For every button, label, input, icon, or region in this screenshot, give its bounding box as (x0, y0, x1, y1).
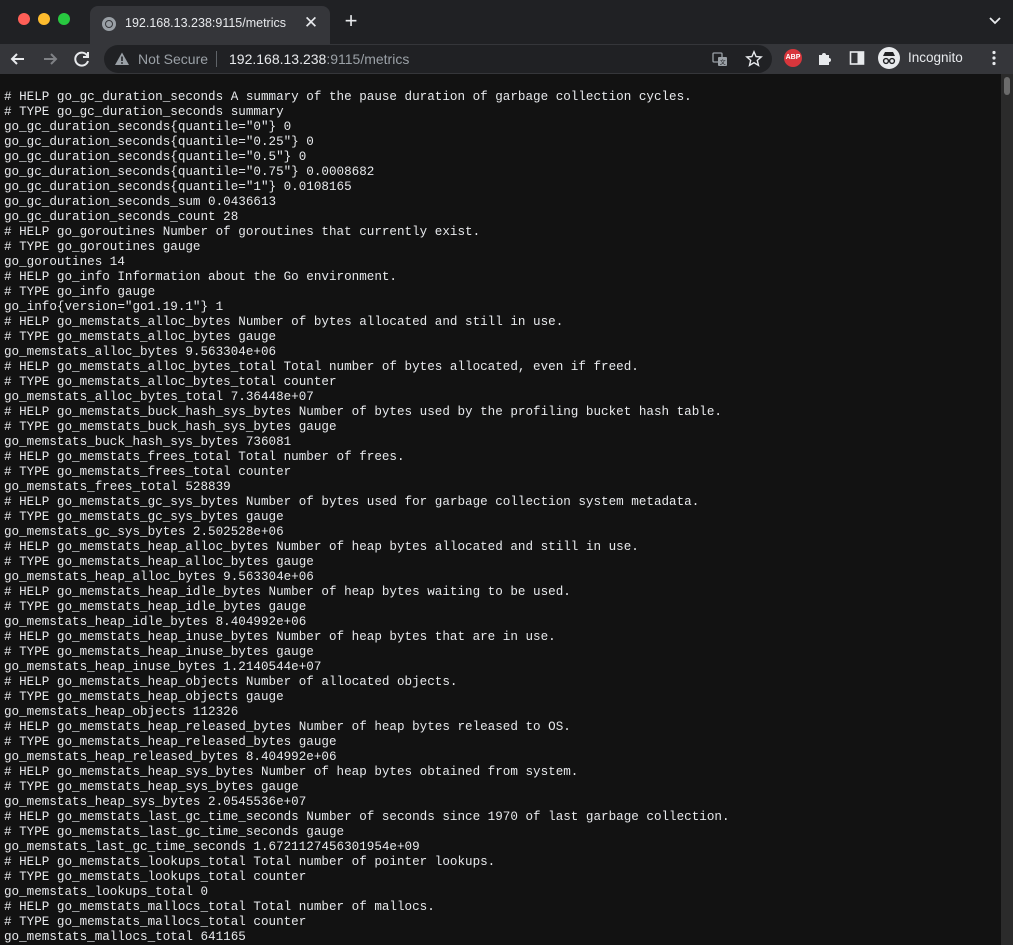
incognito-label: Incognito (908, 50, 963, 65)
vertical-scrollbar[interactable] (1001, 74, 1013, 945)
metrics-comment-line: # TYPE go_memstats_alloc_bytes gauge (4, 330, 277, 344)
metrics-value-line: go_memstats_heap_released_bytes 8.404992… (4, 750, 337, 764)
metrics-comment-line: # TYPE go_memstats_heap_alloc_bytes gaug… (4, 555, 314, 569)
kebab-menu-icon[interactable] (987, 50, 1001, 66)
metrics-comment-line: # HELP go_goroutines Number of goroutine… (4, 225, 481, 239)
incognito-profile-button[interactable]: Incognito (876, 46, 974, 70)
star-icon[interactable] (745, 50, 763, 68)
metrics-value-line: go_gc_duration_seconds{quantile="0.5"} 0 (4, 150, 307, 164)
metrics-comment-line: # TYPE go_memstats_heap_sys_bytes gauge (4, 780, 299, 794)
metrics-comment-line: # TYPE go_memstats_heap_released_bytes g… (4, 735, 337, 749)
metrics-comment-line: # HELP go_memstats_heap_inuse_bytes Numb… (4, 630, 556, 644)
metrics-comment-line: # HELP go_memstats_alloc_bytes Number of… (4, 315, 564, 329)
metrics-comment-line: # TYPE go_gc_duration_seconds summary (4, 105, 284, 119)
metrics-value-line: go_gc_duration_seconds{quantile="1"} 0.0… (4, 180, 352, 194)
security-label[interactable]: Not Secure (138, 51, 208, 67)
minimize-window-button[interactable] (38, 13, 50, 25)
svg-text:文: 文 (720, 59, 726, 67)
globe-icon (102, 17, 116, 31)
metrics-value-line: go_memstats_last_gc_time_seconds 1.67211… (4, 840, 420, 854)
metrics-comment-line: # TYPE go_memstats_alloc_bytes_total cou… (4, 375, 337, 389)
metrics-value-line: go_memstats_frees_total 528839 (4, 480, 231, 494)
metrics-value-line: go_memstats_heap_inuse_bytes 1.2140544e+… (4, 660, 322, 674)
metrics-comment-line: # HELP go_memstats_frees_total Total num… (4, 450, 405, 464)
metrics-comment-line: # HELP go_memstats_heap_alloc_bytes Numb… (4, 540, 639, 554)
translate-icon[interactable]: 文 (712, 51, 728, 67)
metrics-comment-line: # TYPE go_memstats_lookups_total counter (4, 870, 307, 884)
metrics-comment-line: # TYPE go_memstats_heap_objects gauge (4, 690, 284, 704)
warning-icon[interactable] (114, 51, 130, 67)
metrics-value-line: go_memstats_lookups_total 0 (4, 885, 209, 899)
metrics-comment-line: # HELP go_info Information about the Go … (4, 270, 397, 284)
metrics-comment-line: # HELP go_memstats_heap_sys_bytes Number… (4, 765, 579, 779)
scrollbar-thumb[interactable] (1004, 77, 1010, 95)
metrics-value-line: go_gc_duration_seconds{quantile="0"} 0 (4, 120, 292, 134)
arrow-right-icon[interactable] (39, 48, 61, 70)
metrics-comment-line: # HELP go_memstats_heap_idle_bytes Numbe… (4, 585, 571, 599)
chevron-down-icon[interactable] (987, 12, 1003, 28)
close-icon[interactable]: ✕ (302, 14, 320, 32)
metrics-value-line: go_gc_duration_seconds{quantile="0.25"} … (4, 135, 314, 149)
metrics-value-line: go_memstats_heap_alloc_bytes 9.563304e+0… (4, 570, 314, 584)
metrics-comment-line: # HELP go_memstats_buck_hash_sys_bytes N… (4, 405, 722, 419)
reload-icon[interactable] (71, 48, 93, 70)
puzzle-icon[interactable] (817, 50, 833, 66)
metrics-value-line: go_info{version="go1.19.1"} 1 (4, 300, 224, 314)
tab-title: 192.168.13.238:9115/metrics (125, 16, 286, 30)
side-panel-icon[interactable] (849, 50, 865, 66)
metrics-comment-line: # HELP go_memstats_lookups_total Total n… (4, 855, 496, 869)
url-text[interactable]: 192.168.13.238:9115/metrics (229, 51, 409, 67)
url-path: :9115/metrics (326, 51, 410, 67)
metrics-comment-line: # HELP go_memstats_gc_sys_bytes Number o… (4, 495, 700, 509)
metrics-value-line: go_memstats_heap_idle_bytes 8.404992e+06 (4, 615, 307, 629)
maximize-window-button[interactable] (58, 13, 70, 25)
url-host: 192.168.13.238 (229, 51, 327, 67)
metrics-comment-line: # HELP go_memstats_heap_released_bytes N… (4, 720, 571, 734)
metrics-value-line: go_memstats_heap_sys_bytes 2.0545536e+07 (4, 795, 307, 809)
adblock-icon[interactable]: ABP (784, 49, 802, 67)
metrics-value-line: go_gc_duration_seconds_count 28 (4, 210, 239, 224)
metrics-comment-line: # TYPE go_goroutines gauge (4, 240, 201, 254)
metrics-value-line: go_gc_duration_seconds{quantile="0.75"} … (4, 165, 375, 179)
tab-strip: 192.168.13.238:9115/metrics ✕ + (0, 0, 1013, 44)
omnibox-divider (216, 51, 217, 67)
metrics-comment-line: # TYPE go_memstats_mallocs_total counter (4, 915, 307, 929)
metrics-comment-line: # HELP go_gc_duration_seconds A summary … (4, 90, 692, 104)
metrics-value-line: go_gc_duration_seconds_sum 0.0436613 (4, 195, 277, 209)
metrics-value-line: go_memstats_gc_sys_bytes 2.502528e+06 (4, 525, 284, 539)
tab-metrics[interactable]: 192.168.13.238:9115/metrics ✕ (90, 6, 330, 44)
metrics-comment-line: # TYPE go_memstats_last_gc_time_seconds … (4, 825, 345, 839)
metrics-text: # HELP go_gc_duration_seconds A summary … (0, 74, 1001, 945)
metrics-comment-line: # HELP go_memstats_heap_objects Number o… (4, 675, 458, 689)
metrics-comment-line: # TYPE go_memstats_gc_sys_bytes gauge (4, 510, 284, 524)
address-bar[interactable]: Not Secure 192.168.13.238:9115/metrics 文 (104, 45, 772, 73)
metrics-value-line: go_memstats_alloc_bytes 9.563304e+06 (4, 345, 277, 359)
incognito-icon (878, 47, 900, 69)
metrics-comment-line: # TYPE go_info gauge (4, 285, 156, 299)
metrics-comment-line: # TYPE go_memstats_buck_hash_sys_bytes g… (4, 420, 337, 434)
metrics-value-line: go_memstats_alloc_bytes_total 7.36448e+0… (4, 390, 314, 404)
metrics-value-line: go_memstats_mallocs_total 641165 (4, 930, 246, 944)
metrics-comment-line: # HELP go_memstats_alloc_bytes_total Tot… (4, 360, 639, 374)
metrics-comment-line: # HELP go_memstats_last_gc_time_seconds … (4, 810, 730, 824)
close-window-button[interactable] (18, 13, 30, 25)
metrics-comment-line: # TYPE go_memstats_frees_total counter (4, 465, 292, 479)
metrics-comment-line: # HELP go_memstats_mallocs_total Total n… (4, 900, 435, 914)
plus-icon[interactable]: + (340, 10, 362, 32)
metrics-value-line: go_goroutines 14 (4, 255, 125, 269)
metrics-value-line: go_memstats_buck_hash_sys_bytes 736081 (4, 435, 292, 449)
metrics-value-line: go_memstats_heap_objects 112326 (4, 705, 239, 719)
metrics-comment-line: # TYPE go_memstats_heap_inuse_bytes gaug… (4, 645, 314, 659)
arrow-left-icon[interactable] (7, 48, 29, 70)
metrics-comment-line: # TYPE go_memstats_heap_idle_bytes gauge (4, 600, 307, 614)
page-content: # HELP go_gc_duration_seconds A summary … (0, 74, 1001, 945)
